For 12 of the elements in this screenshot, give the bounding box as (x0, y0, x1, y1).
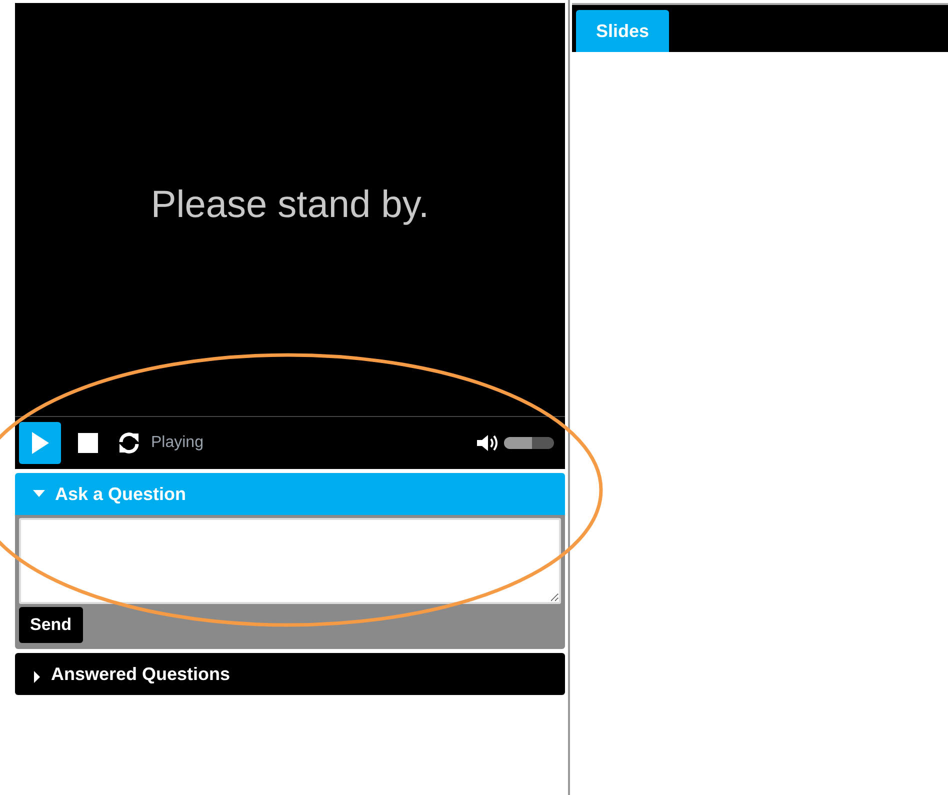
play-icon (30, 431, 50, 455)
playback-status: Playing (151, 434, 204, 452)
section-header[interactable]: Answered Questions (15, 653, 565, 695)
volume-slider[interactable] (504, 437, 554, 449)
send-button[interactable]: Send (19, 607, 83, 643)
stop-button[interactable] (77, 432, 99, 454)
refresh-icon[interactable] (117, 431, 141, 455)
question-field[interactable] (19, 518, 561, 604)
caret-icon (33, 671, 41, 683)
speaker-icon[interactable] (476, 433, 500, 453)
caret-icon (33, 490, 45, 498)
stand-by-message: Please stand by. (150, 184, 430, 227)
